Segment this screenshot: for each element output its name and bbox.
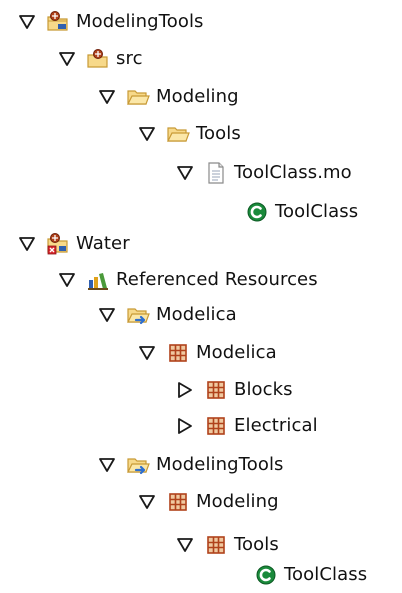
- expanded-triangle-icon[interactable]: [138, 493, 156, 511]
- folder-icon: [126, 85, 150, 109]
- expanded-triangle-icon[interactable]: [176, 164, 194, 182]
- project-error-icon: [46, 232, 70, 256]
- tree-item-modelica-library[interactable]: Modelica: [98, 299, 237, 331]
- expanded-triangle-icon[interactable]: [58, 50, 76, 68]
- tree-item-src-folder[interactable]: src: [58, 43, 143, 75]
- tree-item-modeling-folder[interactable]: Modeling: [98, 81, 239, 113]
- tree-item-label: Modelica: [156, 304, 237, 325]
- tree-item-label: Referenced Resources: [116, 269, 318, 290]
- project-explorer-tree: ModelingTools src Modeling Tools ToolCla…: [0, 0, 402, 593]
- tree-item-toolclass-class[interactable]: ToolClass: [245, 196, 358, 228]
- linked-folder-icon: [126, 303, 150, 327]
- package-icon: [204, 414, 228, 438]
- collapsed-triangle-icon[interactable]: [176, 381, 194, 399]
- tree-item-label: Electrical: [234, 415, 318, 436]
- tree-item-tools-package[interactable]: Tools: [176, 529, 279, 561]
- tree-item-label: ModelingTools: [156, 454, 284, 475]
- package-icon: [204, 533, 228, 557]
- tree-item-modelingtools-library[interactable]: ModelingTools: [98, 449, 284, 481]
- tree-item-label: Tools: [196, 123, 241, 144]
- tree-item-label: ToolClass: [284, 564, 368, 585]
- folder-icon: [166, 122, 190, 146]
- tree-item-label: ToolClass: [275, 201, 359, 222]
- class-icon: [254, 563, 278, 587]
- expanded-triangle-icon[interactable]: [138, 344, 156, 362]
- tree-item-toolclass-file[interactable]: ToolClass.mo: [176, 157, 352, 189]
- tree-item-label: Blocks: [234, 379, 293, 400]
- library-icon: [86, 268, 110, 292]
- tree-item-toolclass-library-class[interactable]: ToolClass: [254, 559, 367, 591]
- tree-item-label: ToolClass.mo: [234, 162, 352, 183]
- tree-item-blocks-package[interactable]: Blocks: [176, 374, 293, 406]
- project-folder-icon: [46, 10, 70, 34]
- tree-item-label: Modeling: [196, 491, 279, 512]
- linked-folder-icon: [126, 453, 150, 477]
- tree-item-label: Modeling: [156, 86, 239, 107]
- tree-item-label: Water: [76, 233, 130, 254]
- expanded-triangle-icon[interactable]: [98, 456, 116, 474]
- expanded-triangle-icon[interactable]: [138, 125, 156, 143]
- expanded-triangle-icon[interactable]: [18, 13, 36, 31]
- package-icon: [204, 378, 228, 402]
- expanded-triangle-icon[interactable]: [58, 271, 76, 289]
- tree-item-electrical-package[interactable]: Electrical: [176, 410, 318, 442]
- class-icon: [245, 200, 269, 224]
- package-icon: [166, 341, 190, 365]
- expanded-triangle-icon[interactable]: [18, 235, 36, 253]
- tree-item-modelica-package[interactable]: Modelica: [138, 337, 277, 369]
- tree-item-label: Tools: [234, 534, 279, 555]
- tree-item-label: ModelingTools: [76, 11, 204, 32]
- tree-item-label: Modelica: [196, 342, 277, 363]
- expanded-triangle-icon[interactable]: [98, 88, 116, 106]
- file-icon: [204, 161, 228, 185]
- tree-item-tools-folder[interactable]: Tools: [138, 118, 241, 150]
- tree-item-label: src: [116, 48, 143, 69]
- tree-item-modelingtools-project[interactable]: ModelingTools: [18, 6, 204, 38]
- tree-item-referenced-resources[interactable]: Referenced Resources: [58, 264, 318, 296]
- tree-item-modeling-package[interactable]: Modeling: [138, 486, 279, 518]
- source-folder-icon: [86, 47, 110, 71]
- package-icon: [166, 490, 190, 514]
- tree-item-water-project[interactable]: Water: [18, 228, 130, 260]
- expanded-triangle-icon[interactable]: [176, 536, 194, 554]
- expanded-triangle-icon[interactable]: [98, 306, 116, 324]
- collapsed-triangle-icon[interactable]: [176, 417, 194, 435]
